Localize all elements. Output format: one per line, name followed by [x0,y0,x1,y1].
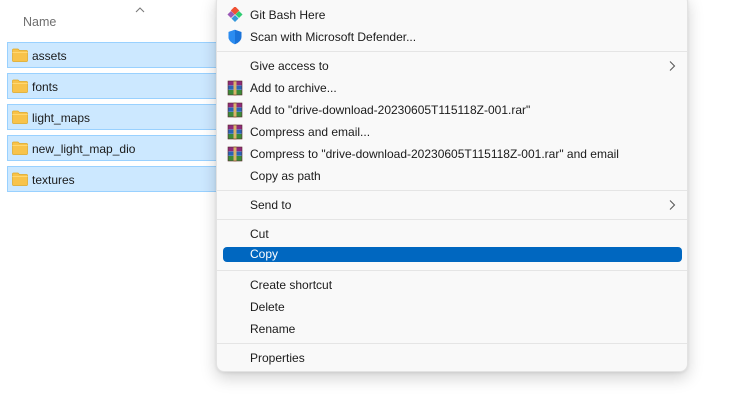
file-name: light_maps [32,111,91,125]
file-row-fonts[interactable]: fonts [7,73,217,99]
menu-item-label: Add to "drive-download-20230605T115118Z-… [250,103,531,117]
chevron-right-icon [669,200,676,210]
menu-item-label: Compress and email... [250,125,371,139]
menu-item-create-shortcut[interactable]: Create shortcut [223,275,682,295]
folder-icon [12,172,28,186]
menu-item-scan-defender[interactable]: Scan with Microsoft Defender... [223,27,682,47]
folder-icon [12,110,28,124]
menu-separator [217,270,687,271]
explorer-window: Name assets fonts light_maps new_light_m [0,0,737,413]
winrar-icon [227,146,243,162]
column-header-name[interactable]: Name [23,15,56,29]
menu-item-label: Properties [250,351,305,365]
folder-icon [12,48,28,62]
git-bash-icon [227,7,243,23]
file-list-header: Name [0,0,215,40]
defender-shield-icon [228,29,242,45]
menu-item-copy-as-path[interactable]: Copy as path [223,166,682,186]
sort-ascending-icon [135,7,145,13]
menu-item-give-access[interactable]: Give access to [223,56,682,76]
file-row-textures[interactable]: textures [7,166,217,192]
menu-separator [217,190,687,191]
menu-item-delete[interactable]: Delete [223,297,682,317]
winrar-icon [227,102,243,118]
menu-item-label: Send to [250,198,292,212]
menu-item-add-to-archive[interactable]: Add to archive... [223,78,682,98]
menu-item-label: Copy as path [250,169,321,183]
menu-item-copy[interactable]: Copy [223,247,682,262]
file-row-light-maps[interactable]: light_maps [7,104,217,130]
folder-icon [12,141,28,155]
menu-item-rename[interactable]: Rename [223,319,682,339]
menu-item-label: Copy [250,247,279,261]
menu-item-label: Cut [250,227,269,241]
file-name: new_light_map_dio [32,142,136,156]
menu-separator [217,51,687,52]
menu-item-cut[interactable]: Cut [223,224,682,244]
file-row-assets[interactable]: assets [7,42,217,68]
menu-item-git-bash-here[interactable]: Git Bash Here [223,5,682,25]
menu-item-label: Rename [250,322,296,336]
menu-item-label: Git Bash Here [250,8,326,22]
menu-item-properties[interactable]: Properties [223,348,682,368]
file-name: fonts [32,80,59,94]
menu-item-label: Add to archive... [250,81,337,95]
menu-item-label: Delete [250,300,285,314]
folder-icon [12,79,28,93]
menu-item-label: Compress to "drive-download-20230605T115… [250,147,619,161]
winrar-icon [227,124,243,140]
file-name: textures [32,173,75,187]
chevron-right-icon [669,61,676,71]
menu-item-label: Scan with Microsoft Defender... [250,30,417,44]
file-name: assets [32,49,67,63]
menu-item-compress-to-rar-and-email[interactable]: Compress to "drive-download-20230605T115… [223,144,682,164]
menu-separator [217,219,687,220]
menu-item-label: Create shortcut [250,278,333,292]
menu-item-add-to-rar[interactable]: Add to "drive-download-20230605T115118Z-… [223,100,682,120]
menu-item-send-to[interactable]: Send to [223,195,682,215]
file-row-new-light-map-dio[interactable]: new_light_map_dio [7,135,217,161]
menu-item-label: Give access to [250,59,329,73]
menu-item-compress-and-email[interactable]: Compress and email... [223,122,682,142]
context-menu: Git Bash Here Scan with Microsoft Defend… [216,0,688,372]
menu-separator [217,343,687,344]
winrar-icon [227,80,243,96]
